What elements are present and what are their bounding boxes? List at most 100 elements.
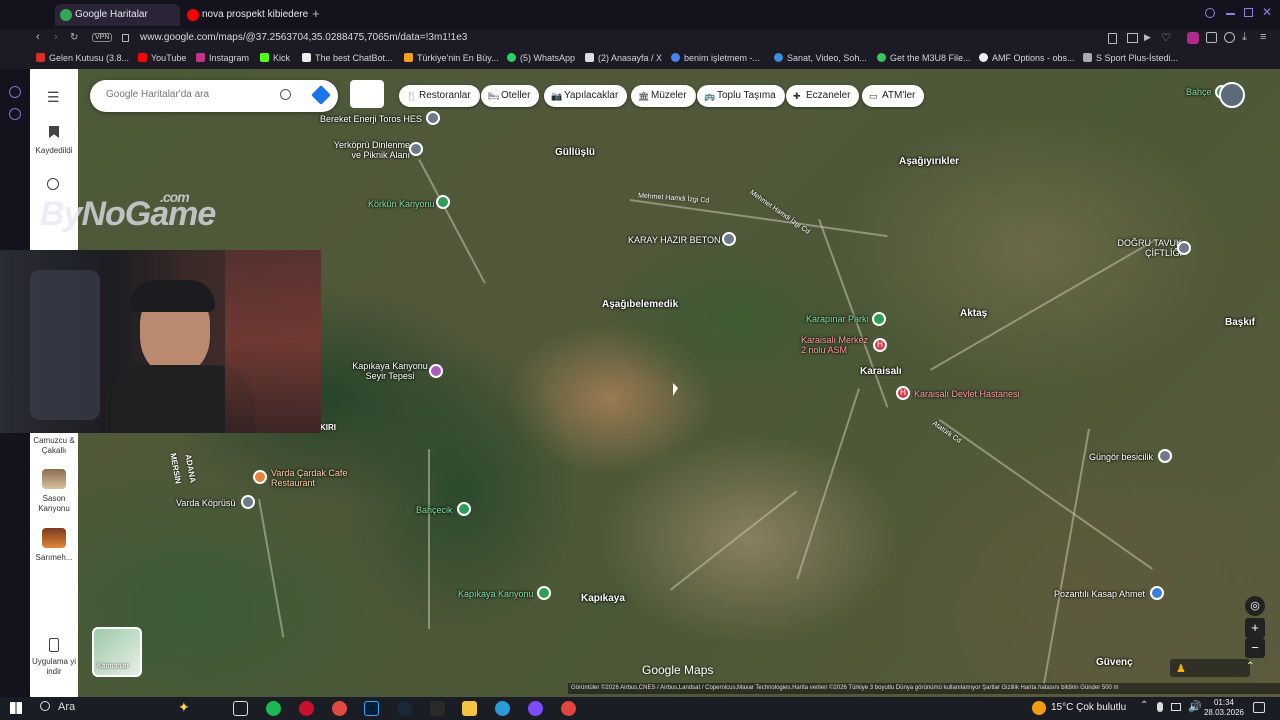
poi-label[interactable]: Varda Köprüsü	[176, 498, 235, 508]
hospital-pin-icon[interactable]: H	[896, 386, 910, 400]
lock-icon[interactable]	[122, 34, 129, 42]
poi-label[interactable]: Karaisalı Devlet Hastanesi	[914, 389, 1020, 399]
tab-youtube[interactable]: nova prospekt kibiedere	[182, 4, 308, 26]
minimize-icon[interactable]	[1226, 13, 1235, 15]
opera-icon[interactable]	[332, 701, 347, 716]
file-explorer-icon[interactable]	[462, 701, 477, 716]
place-label[interactable]: Karaisalı	[860, 366, 902, 377]
place-label[interactable]: Kapıkaya	[581, 593, 625, 604]
back-icon[interactable]: ‹	[36, 31, 40, 43]
recent-item-label[interactable]: Sason Kanyonu	[30, 494, 78, 514]
volume-icon[interactable]: 🔊	[1188, 700, 1202, 713]
bookmark-ssport[interactable]: S Sport Plus-İstedi...	[1083, 53, 1178, 63]
poi-pin-icon[interactable]	[409, 142, 423, 156]
poi-pin-icon[interactable]	[1158, 449, 1172, 463]
bookmark-icon[interactable]	[1108, 33, 1117, 44]
zoom-in-button[interactable]: +	[1245, 618, 1265, 638]
bookmark-instagram[interactable]: Instagram	[196, 53, 249, 63]
map-attribution[interactable]: Görüntüler ©2026 Airbus,CNES / Airbus,La…	[568, 683, 1280, 694]
bookmark-x[interactable]: (2) Anasayfa / X	[585, 53, 662, 63]
poi-label[interactable]: Karaisalı Merkez 2 nolu ASM	[801, 335, 873, 355]
chip-restaurants[interactable]: 🍴 Restoranlar	[399, 85, 480, 107]
park-pin-icon[interactable]	[457, 502, 471, 516]
task-view-icon[interactable]	[233, 701, 248, 716]
snapshot-icon[interactable]	[1127, 33, 1138, 43]
poi-label[interactable]: Kapıkaya Kanyonu	[458, 589, 534, 599]
weather-text[interactable]: 15°C Çok bulutlu	[1051, 702, 1126, 713]
play-icon[interactable]: ▶	[1144, 32, 1151, 43]
bookmark-chatbot[interactable]: The best ChatBot...	[302, 53, 393, 63]
bookmark-kick[interactable]: Kick	[260, 53, 290, 63]
search-icon[interactable]	[280, 89, 291, 100]
map-filter-button[interactable]	[350, 80, 384, 108]
place-label[interactable]: Başkıf	[1225, 317, 1255, 328]
clock-time[interactable]: 01:34	[1206, 698, 1242, 707]
photoshop-icon[interactable]	[364, 701, 379, 716]
poi-label[interactable]: Karapınar Parkı	[806, 314, 869, 324]
poi-label[interactable]: Yerköprü Dinlenme ve Piknik Alanı	[326, 140, 410, 160]
park-pin-icon[interactable]	[872, 312, 886, 326]
chip-museums[interactable]: 🏛 Müzeler	[631, 85, 696, 107]
bookmark-business[interactable]: benim işletmem -...	[671, 53, 760, 63]
park-pin-icon[interactable]	[436, 195, 450, 209]
place-label[interactable]: Aşağıbelemedik	[602, 299, 678, 310]
history-icon[interactable]	[9, 86, 21, 98]
close-window-icon[interactable]: ✕	[1262, 5, 1272, 19]
bookmark-github[interactable]: AMF Options - obs...	[979, 53, 1075, 63]
poi-label[interactable]: Pozantılı Kasap Ahmet	[1054, 589, 1145, 599]
reload-icon[interactable]: ↻	[70, 32, 78, 43]
expand-icon[interactable]: ⌃	[1246, 661, 1254, 672]
bookmark-youtube[interactable]: YouTube	[138, 53, 186, 63]
search-icon[interactable]	[40, 701, 50, 711]
epic-games-icon[interactable]	[430, 701, 445, 716]
bookmark-turkiye[interactable]: Türkiye'nin En Büy...	[404, 53, 499, 63]
vpn-badge[interactable]: VPN	[92, 33, 113, 42]
saved-icon[interactable]	[49, 126, 59, 138]
microphone-icon[interactable]	[1157, 702, 1163, 712]
recent-item-thumb[interactable]	[42, 528, 66, 548]
chip-transit[interactable]: 🚌 Toplu Taşıma	[697, 85, 785, 107]
settings-icon[interactable]	[9, 108, 21, 120]
poi-label[interactable]: DOĞRU TAVUK ÇİFTLİĞİ	[1112, 238, 1182, 258]
maximize-icon[interactable]	[1244, 8, 1253, 17]
park-pin-icon[interactable]	[537, 586, 551, 600]
steam-icon[interactable]	[397, 701, 412, 716]
tray-chevron-icon[interactable]: ⌃	[1140, 700, 1148, 711]
account-avatar[interactable]	[1219, 82, 1245, 108]
place-label[interactable]: Güllüşlü	[555, 147, 595, 158]
extensions-icon[interactable]	[1206, 32, 1217, 43]
poi-pin-icon[interactable]	[722, 232, 736, 246]
place-label[interactable]: Güvenç	[1096, 657, 1133, 668]
edge-icon[interactable]	[495, 701, 510, 716]
url-field[interactable]: www.google.com/maps/@37.2563704,35.02884…	[140, 32, 467, 43]
poi-pin-icon[interactable]	[1177, 241, 1191, 255]
tab-google-maps[interactable]: Google Haritalar	[55, 4, 180, 26]
poi-label[interactable]: Bahçecik	[416, 505, 453, 515]
poi-label[interactable]: Bahçe	[1186, 87, 1212, 97]
poi-label[interactable]: Kapıkaya Kanyonu Seyir Tepesi	[350, 361, 430, 381]
recent-item-label[interactable]: Sarımeh...	[30, 553, 78, 563]
search-input[interactable]	[104, 88, 274, 101]
recent-item-thumb[interactable]	[42, 469, 66, 489]
download-icon[interactable]: ⤓	[1242, 31, 1247, 44]
bookmark-whatsapp[interactable]: (5) WhatsApp	[507, 53, 575, 63]
search-tabs-icon[interactable]	[1205, 8, 1215, 18]
chip-pharmacies[interactable]: ✚ Eczaneler	[786, 85, 860, 107]
bookmark-gmail[interactable]: Gelen Kutusu (3.8...	[36, 53, 129, 63]
chip-atms[interactable]: ▭ ATM'ler	[862, 85, 925, 107]
recent-item-label[interactable]: Camuzcu & Çakallı	[30, 436, 78, 456]
clock-date[interactable]: 28.03.2026	[1203, 708, 1245, 717]
saved-label[interactable]: Kaydedildi	[30, 146, 78, 156]
zoom-out-button[interactable]: −	[1245, 638, 1265, 658]
shop-pin-icon[interactable]	[1150, 586, 1164, 600]
poi-label[interactable]: Güngör besicilik	[1089, 452, 1153, 462]
poi-pin-icon[interactable]	[426, 111, 440, 125]
recent-icon[interactable]	[47, 178, 59, 190]
profile-icon[interactable]	[1224, 32, 1235, 43]
chip-hotels[interactable]: 🛏 Oteller	[481, 85, 540, 107]
layers-button[interactable]: Katmanlar	[92, 627, 142, 677]
search-box[interactable]	[90, 80, 338, 112]
directions-icon[interactable]	[311, 85, 331, 105]
camera-pin-icon[interactable]	[429, 364, 443, 378]
poi-pin-icon[interactable]	[241, 495, 255, 509]
